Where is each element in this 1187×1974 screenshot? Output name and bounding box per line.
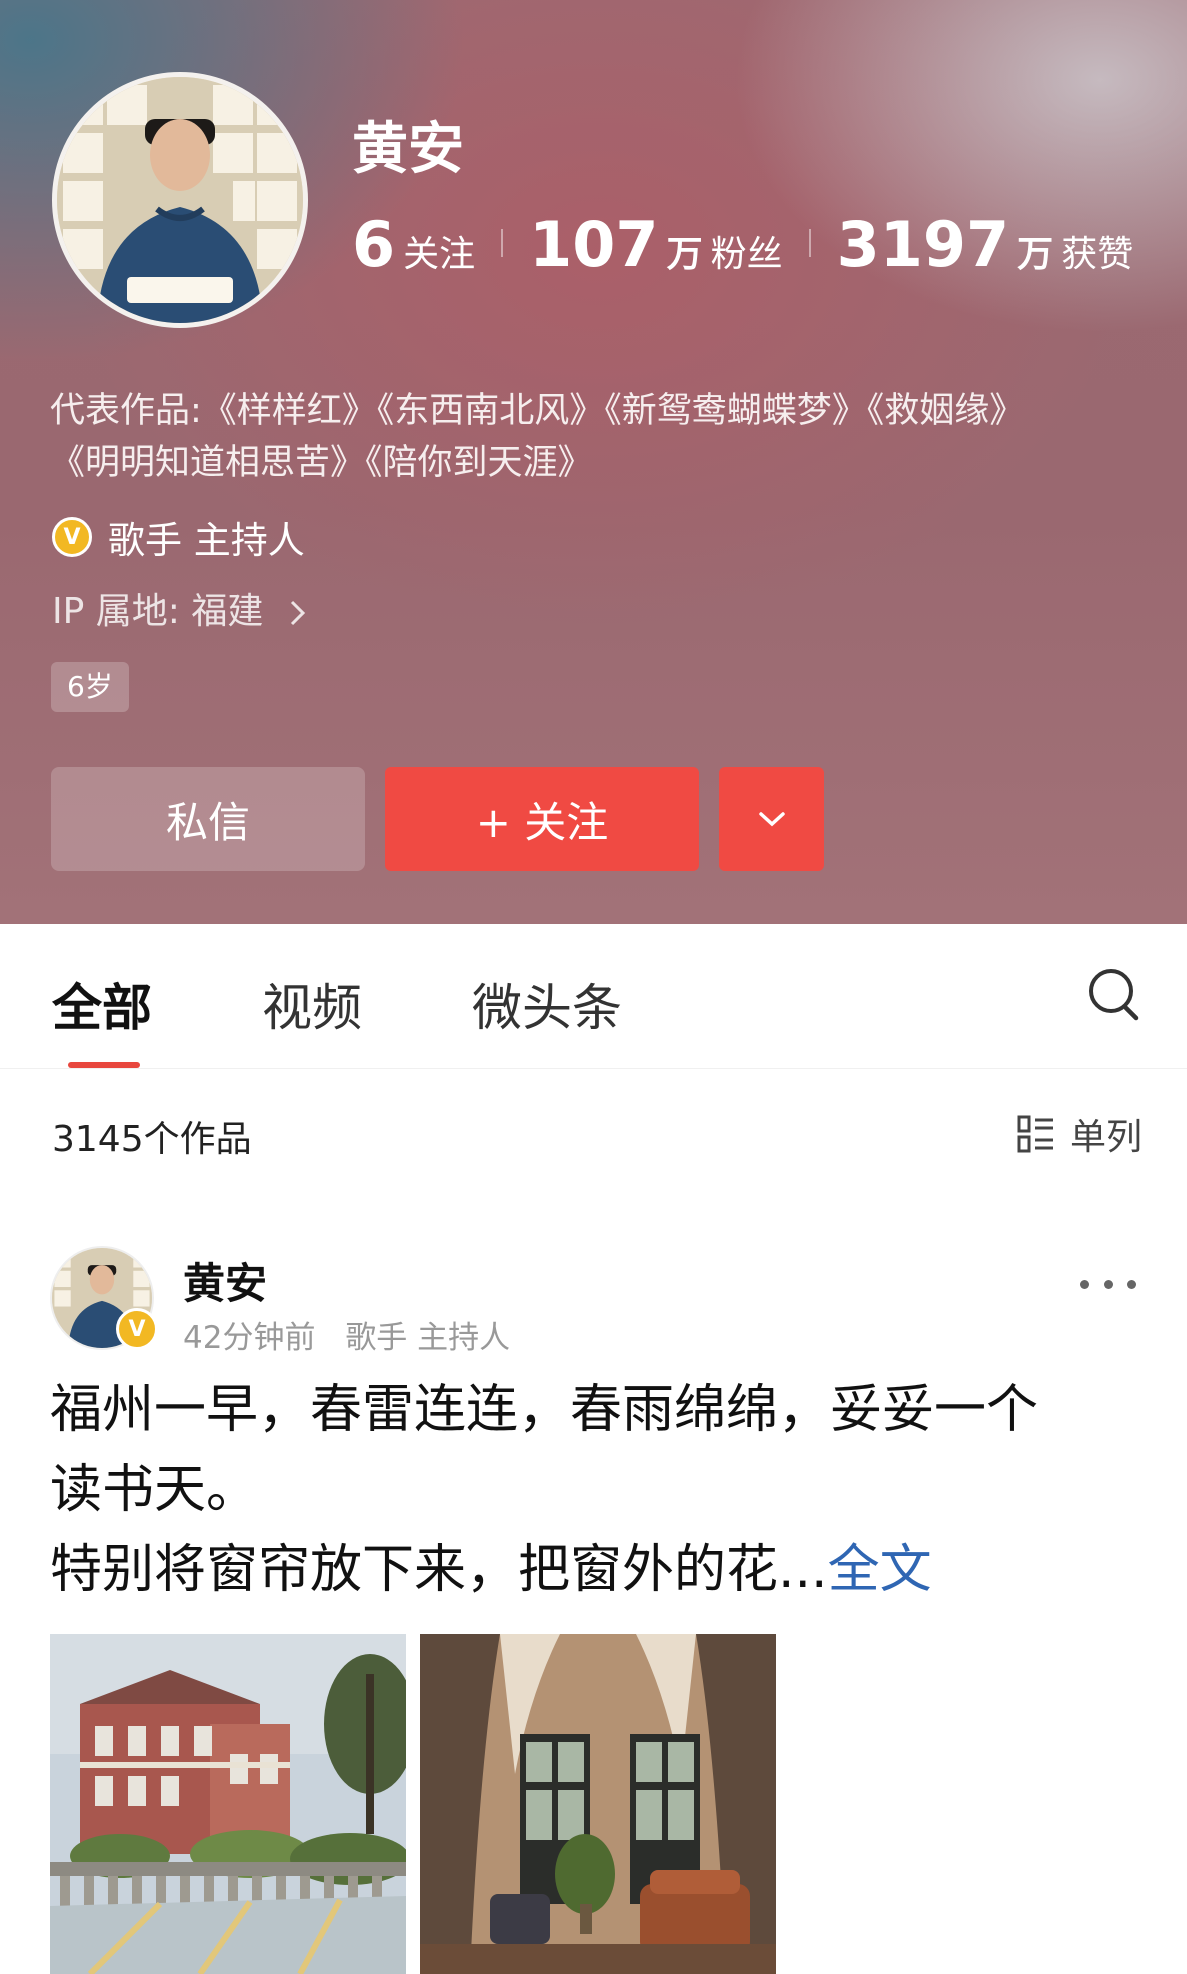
profile-stats: 6 关注 107 万 粉丝 3197 万 获赞 — [352, 208, 1134, 281]
verified-info: V 歌手 主持人 — [52, 510, 305, 564]
post-author-name[interactable]: 黄安 — [183, 1250, 267, 1311]
interior-photo — [420, 1634, 776, 1974]
works-line: 代表作品:《样样红》《东西南北风》《新鸳鸯蝴蝶梦》《救姻缘》 — [50, 391, 1025, 431]
follow-button[interactable]: + 关注 — [385, 767, 699, 871]
post-image-1[interactable] — [50, 1634, 406, 1974]
following-count[interactable]: 6 — [352, 208, 395, 281]
search-icon[interactable] — [1086, 966, 1142, 1024]
more-dots-icon[interactable] — [1080, 1280, 1136, 1294]
ip-location-text: IP 属地: 福建 — [52, 591, 264, 632]
verified-title: 歌手 主持人 — [108, 519, 305, 562]
stat-divider — [808, 229, 811, 257]
post-time: 42分钟前 — [183, 1320, 316, 1356]
avatar-photo — [57, 77, 303, 323]
stat-divider — [501, 229, 504, 257]
layout-toggle-label: 单列 — [1070, 1117, 1143, 1158]
verified-badge-icon: V — [52, 517, 92, 557]
list-layout-icon — [1017, 1115, 1053, 1153]
following-label[interactable]: 关注 — [403, 225, 475, 277]
chevron-right-icon — [290, 600, 305, 626]
post-meta: 42分钟前 歌手 主持人 — [183, 1312, 510, 1357]
chevron-down-icon — [758, 812, 785, 827]
likes-count: 3197 — [836, 208, 1010, 281]
post-text[interactable]: 福州一早，春雷连连，春雨绵绵，妥妥一个 读书天。 特别将窗帘放下来，把窗外的花.… — [50, 1370, 1150, 1610]
ip-location[interactable]: IP 属地: 福建 — [52, 582, 309, 634]
post-text-line: 读书天。 — [50, 1460, 259, 1520]
follow-options-button[interactable] — [719, 767, 824, 871]
post-author-title: 歌手 主持人 — [345, 1320, 511, 1356]
post-text-excerpt: 特别将窗帘放下来，把窗外的花... — [50, 1540, 828, 1600]
tab-all[interactable]: 全部 — [52, 968, 152, 1040]
works-line: 《明明知道相思苦》《陪你到天涯》 — [50, 443, 593, 483]
post-text-line: 福州一早，春雷连连，春雨绵绵，妥妥一个 — [50, 1380, 1039, 1440]
account-age-badge: 6岁 — [51, 662, 129, 712]
profile-header: 黄安 6 关注 107 万 粉丝 3197 万 获赞 代表作品:《样样红》《东西… — [0, 0, 1187, 924]
tab-micro-headline[interactable]: 微头条 — [472, 968, 622, 1040]
fans-label[interactable]: 粉丝 — [711, 225, 783, 277]
message-button[interactable]: 私信 — [51, 767, 365, 871]
representative-works: 代表作品:《样样红》《东西南北风》《新鸳鸯蝴蝶梦》《救姻缘》 《明明知道相思苦》… — [50, 385, 1160, 489]
verified-badge-icon: V — [116, 1308, 158, 1350]
post-text-line: 特别将窗帘放下来，把窗外的花...全文 — [50, 1530, 1150, 1610]
layout-toggle[interactable]: 单列 — [1016, 1108, 1142, 1160]
content-tabs: 全部 视频 微头条 — [0, 924, 1187, 1069]
profile-avatar[interactable] — [52, 72, 308, 328]
fans-unit: 万 — [666, 234, 703, 275]
likes-unit: 万 — [1017, 234, 1054, 275]
post-image-2[interactable] — [420, 1634, 776, 1974]
profile-name: 黄安 — [352, 117, 464, 182]
works-count: 3145个作品 — [52, 1119, 252, 1160]
active-tab-indicator — [68, 1062, 140, 1068]
fans-count[interactable]: 107 — [529, 208, 658, 281]
building-photo — [50, 1634, 406, 1974]
tab-video[interactable]: 视频 — [262, 968, 362, 1040]
read-full-link[interactable]: 全文 — [828, 1540, 932, 1600]
likes-label: 获赞 — [1061, 234, 1134, 275]
